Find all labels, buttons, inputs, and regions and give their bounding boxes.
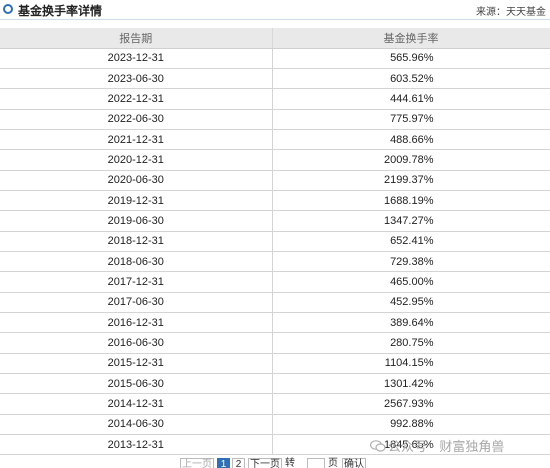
page-1-button[interactable]: 1 <box>217 458 230 468</box>
turnover-rate-cell: 488.66% <box>272 129 550 151</box>
page-number-input[interactable] <box>307 458 325 468</box>
table-row: 2022-12-31 444.61% <box>0 88 550 110</box>
report-period-cell: 2022-06-30 <box>0 109 273 130</box>
prev-page-button[interactable]: 上一页 <box>180 458 214 468</box>
column-header-turnover-rate: 基金换手率 <box>272 28 550 49</box>
section-title: 基金换手率详情 <box>18 4 103 18</box>
section-bullet-icon <box>3 4 13 14</box>
turnover-rate-cell: 565.96% <box>272 48 550 69</box>
table-row: 2015-06-30 1301.42% <box>0 373 550 395</box>
report-period-cell: 2013-12-31 <box>0 434 273 456</box>
report-period-cell: 2017-06-30 <box>0 292 273 313</box>
section-header: 基金换手率详情 来源：天天基金 <box>0 0 550 20</box>
report-period-cell: 2015-12-31 <box>0 353 273 375</box>
table-row: 2015-12-31 1104.15% <box>0 353 550 375</box>
goto-label: 转到 <box>285 458 295 468</box>
turnover-rate-cell: 389.64% <box>272 312 550 334</box>
report-period-cell: 2020-06-30 <box>0 170 273 191</box>
turnover-rate-cell: 1104.15% <box>272 353 550 375</box>
report-period-cell: 2015-06-30 <box>0 373 273 395</box>
table-row: 2017-06-30 452.95% <box>0 292 550 313</box>
table-row: 2014-12-31 2567.93% <box>0 393 550 415</box>
table-row: 2016-12-31 389.64% <box>0 312 550 334</box>
turnover-rate-cell: 992.88% <box>272 414 550 436</box>
turnover-rate-cell: 280.75% <box>272 332 550 354</box>
watermark-text: 公众号 · 财富独角兽 <box>388 440 505 455</box>
turnover-rate-cell: 729.38% <box>272 251 550 273</box>
turnover-table: 报告期 基金换手率 2023-12-31 565.96% 2023-06-30 603… <box>0 28 550 456</box>
report-period-cell: 2019-06-30 <box>0 210 273 232</box>
report-period-cell: 2014-12-31 <box>0 393 273 415</box>
turnover-rate-cell: 2009.78% <box>272 149 550 171</box>
watermark: 公众号 · 财富独角兽 <box>370 436 550 456</box>
turnover-rate-cell: 1347.27% <box>272 210 550 232</box>
page-unit-label: 页 <box>328 458 338 468</box>
turnover-rate-cell: 465.00% <box>272 271 550 293</box>
table-row: 2017-12-31 465.00% <box>0 271 550 293</box>
report-period-cell: 2014-06-30 <box>0 414 273 436</box>
table-row: 2014-06-30 992.88% <box>0 414 550 436</box>
report-period-cell: 2019-12-31 <box>0 190 273 212</box>
table-row: 2022-06-30 775.97% <box>0 109 550 130</box>
report-period-cell: 2016-06-30 <box>0 332 273 354</box>
report-period-cell: 2018-12-31 <box>0 231 273 252</box>
report-period-cell: 2022-12-31 <box>0 88 273 110</box>
table-row: 2020-12-31 2009.78% <box>0 149 550 171</box>
table-row: 2018-06-30 729.38% <box>0 251 550 273</box>
table-row: 2019-06-30 1347.27% <box>0 210 550 232</box>
turnover-rate-cell: 2199.37% <box>272 170 550 191</box>
report-period-cell: 2018-06-30 <box>0 251 273 273</box>
column-header-report-period: 报告期 <box>0 28 273 49</box>
turnover-rate-cell: 775.97% <box>272 109 550 130</box>
table-row: 2016-06-30 280.75% <box>0 332 550 354</box>
table-row: 2020-06-30 2199.37% <box>0 170 550 191</box>
table-row: 2023-06-30 603.52% <box>0 68 550 90</box>
wechat-icon <box>370 440 386 452</box>
turnover-rate-cell: 2567.93% <box>272 393 550 415</box>
spacer <box>0 21 550 28</box>
report-period-cell: 2017-12-31 <box>0 271 273 293</box>
turnover-rate-cell: 1688.19% <box>272 190 550 212</box>
data-source-label: 来源：天天基金 <box>476 7 546 18</box>
table-row: 2018-12-31 652.41% <box>0 231 550 252</box>
report-period-cell: 2023-06-30 <box>0 68 273 90</box>
report-period-cell: 2016-12-31 <box>0 312 273 334</box>
table-row: 2019-12-31 1688.19% <box>0 190 550 212</box>
turnover-rate-cell: 652.41% <box>272 231 550 252</box>
turnover-rate-cell: 444.61% <box>272 88 550 110</box>
turnover-rate-cell: 452.95% <box>272 292 550 313</box>
turnover-rate-cell: 1301.42% <box>272 373 550 395</box>
report-period-cell: 2023-12-31 <box>0 48 273 69</box>
turnover-rate-cell: 603.52% <box>272 68 550 90</box>
table-row: 2021-12-31 488.66% <box>0 129 550 151</box>
confirm-page-button[interactable]: 确认 <box>342 458 366 468</box>
table-header-row: 报告期 基金换手率 <box>0 28 550 49</box>
report-period-cell: 2021-12-31 <box>0 129 273 151</box>
report-period-cell: 2020-12-31 <box>0 149 273 171</box>
page-2-button[interactable]: 2 <box>232 458 245 468</box>
next-page-button[interactable]: 下一页 <box>248 458 282 468</box>
table-row: 2023-12-31 565.96% <box>0 48 550 69</box>
